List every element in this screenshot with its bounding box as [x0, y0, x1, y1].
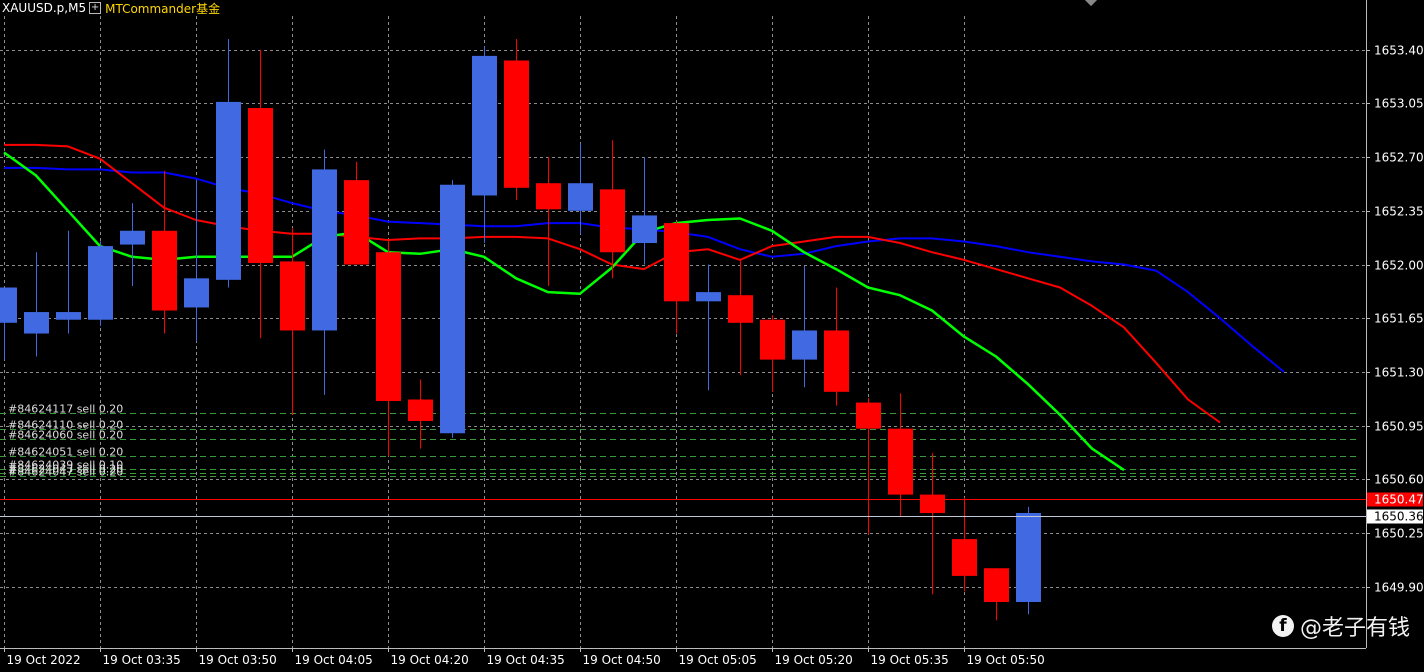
- candle-body: [1016, 513, 1041, 602]
- x-tick-label: 19 Oct 05:20: [775, 653, 853, 667]
- order-label: #84624117 sell 0.20: [8, 403, 123, 416]
- chart-header: XAUUSD.p,M5 + MTCommander基金: [2, 0, 220, 16]
- candle-body: [440, 184, 465, 434]
- price-chart[interactable]: #84624117 sell 0.20#84624110 sell 0.20#8…: [0, 0, 1424, 672]
- x-tick-label: 19 Oct 04:05: [295, 653, 373, 667]
- candle-body: [536, 183, 561, 210]
- order-label: #84624047 sell 0.20: [8, 466, 123, 479]
- candle-body: [728, 295, 753, 323]
- candle-body: [344, 180, 369, 265]
- y-tick-label: 1652.35: [1374, 205, 1424, 219]
- candle-body: [408, 399, 433, 421]
- y-tick-label: 1652.70: [1374, 151, 1424, 165]
- candle-body: [152, 230, 177, 311]
- candle-body: [504, 60, 529, 188]
- candle-body: [952, 539, 977, 576]
- y-tick-label: 1650.60: [1374, 473, 1424, 487]
- candle-body: [248, 108, 273, 263]
- y-tick-label: 1650.95: [1374, 420, 1424, 434]
- candle-body: [856, 402, 881, 429]
- candle-body: [120, 230, 145, 245]
- x-tick-label: 19 Oct 04:50: [583, 653, 661, 667]
- order-label: #84624060 sell 0.20: [8, 429, 123, 442]
- candle-body: [696, 292, 721, 302]
- candle-body: [568, 183, 593, 211]
- candle-body: [184, 278, 209, 308]
- candle-body: [920, 494, 945, 514]
- bid-label: 1650.47: [1374, 493, 1424, 507]
- candle-body: [376, 252, 401, 402]
- y-tick-label: 1652.00: [1374, 259, 1424, 273]
- candle-body: [984, 568, 1009, 602]
- expand-icon[interactable]: +: [89, 2, 102, 14]
- x-tick-label: 19 Oct 05:50: [967, 653, 1045, 667]
- x-tick-label: 19 Oct 03:35: [103, 653, 181, 667]
- x-tick-label: 19 Oct 04:35: [487, 653, 565, 667]
- y-tick-label: 1649.90: [1374, 581, 1424, 595]
- x-tick-label: 19 Oct 03:50: [199, 653, 277, 667]
- symbol-label: XAUUSD.p,M5: [2, 1, 87, 15]
- x-tick-label: 19 Oct 05:35: [871, 653, 949, 667]
- candle-body: [792, 330, 817, 360]
- chart-background: [0, 0, 1424, 672]
- y-tick-label: 1653.05: [1374, 97, 1424, 111]
- candle-body: [664, 223, 689, 302]
- indicator-label: MTCommander基金: [105, 1, 221, 16]
- ask-label: 1650.36: [1374, 510, 1424, 524]
- order-label: #84624051 sell 0.20: [8, 446, 123, 459]
- x-tick-label: 19 Oct 2022: [7, 653, 81, 667]
- y-tick-label: 1651.30: [1374, 366, 1424, 380]
- candle[interactable]: [440, 180, 465, 438]
- candle-body: [760, 319, 785, 360]
- y-tick-label: 1651.65: [1374, 312, 1424, 326]
- x-tick-label: 19 Oct 04:20: [391, 653, 469, 667]
- x-tick-label: 19 Oct 05:05: [679, 653, 757, 667]
- candle[interactable]: [1016, 506, 1041, 615]
- candle[interactable]: [88, 241, 113, 326]
- candle[interactable]: [504, 39, 529, 201]
- watermark: f @老子有钱: [1271, 610, 1410, 642]
- candle-body: [24, 312, 49, 334]
- candle-body: [472, 55, 497, 196]
- y-tick-label: 1653.40: [1374, 44, 1424, 58]
- candle-body: [888, 428, 913, 495]
- candle-body: [632, 215, 657, 244]
- candle-body: [88, 246, 113, 320]
- candle-body: [280, 261, 305, 331]
- facebook-icon: f: [1271, 615, 1294, 637]
- candle-body: [216, 101, 241, 280]
- y-tick-label: 1650.25: [1374, 527, 1424, 541]
- candle-body: [824, 330, 849, 392]
- candle-body: [600, 189, 625, 253]
- candle-body: [0, 287, 17, 323]
- candle-body: [56, 312, 81, 320]
- watermark-text: @老子有钱: [1299, 616, 1410, 641]
- candle-body: [312, 169, 337, 331]
